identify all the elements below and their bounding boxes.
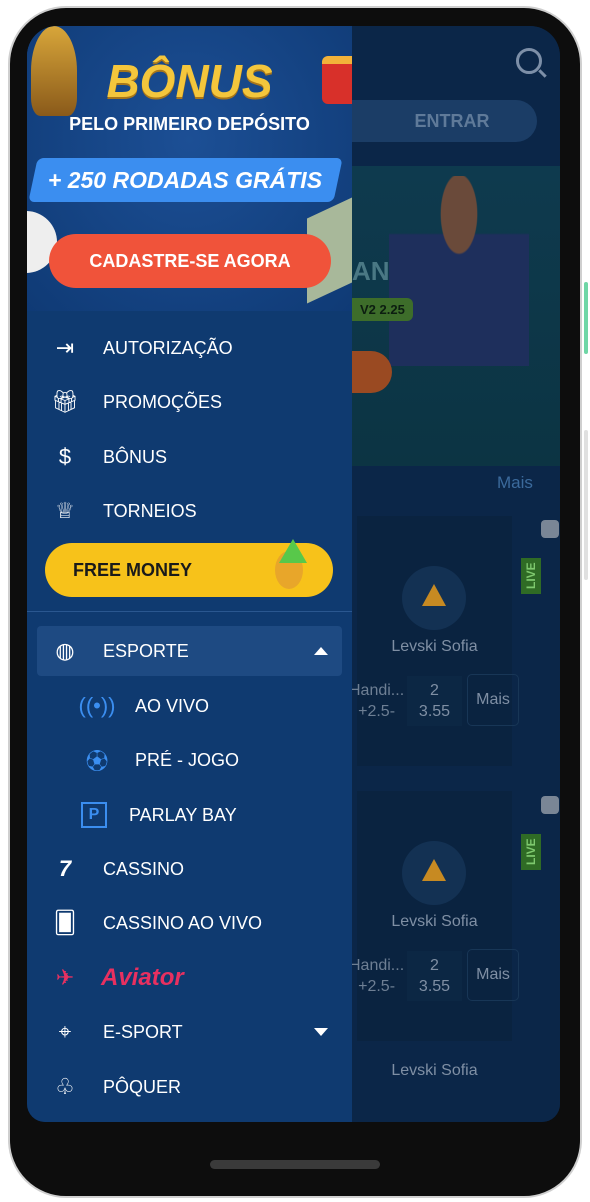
airplane-icon: ✈︎ xyxy=(55,965,75,990)
menu-item-parlay-bay[interactable]: P PARLAY BAY xyxy=(69,792,374,838)
login-button[interactable]: ENTRAR xyxy=(327,100,537,142)
team-logo xyxy=(402,841,466,905)
parlay-icon: P xyxy=(81,802,107,828)
more-button[interactable]: Mais xyxy=(467,674,519,726)
menu-item-promocoes[interactable]: 🎁︎ PROMOÇÕES xyxy=(37,379,342,425)
menu-item-cassino[interactable]: 7 CASSINO xyxy=(37,846,342,892)
bonus-subtitle: PELO PRIMEIRO DEPÓSITO xyxy=(69,114,310,134)
match-card[interactable]: Levski Sofia Handi... +2.5- 2 3.55 Mais xyxy=(349,791,519,1041)
cards-icon: 🂠 xyxy=(53,910,77,935)
menu-item-pre-jogo[interactable]: ⚽︎ PRÉ - JOGO xyxy=(69,737,374,783)
menu-item-esporte[interactable]: ◍ ESPORTE xyxy=(37,626,342,676)
register-button[interactable]: CADASTRE-SE AGORA xyxy=(49,234,331,288)
menu-item-torneios[interactable]: ♕ TORNEIOS xyxy=(37,488,342,534)
slot-seven-icon: 7 xyxy=(58,856,72,881)
trophy-icon: ♕ xyxy=(55,498,75,523)
crosshair-icon: ⌖ xyxy=(58,1019,72,1044)
basketball-icon: ◍ xyxy=(55,638,75,663)
team-name: Levski Sofia xyxy=(391,1062,478,1079)
hero-text: AN xyxy=(352,256,390,286)
screen: ENTRAR AN V2 2.25 Mais Levski Sofia Hand… xyxy=(27,26,560,1122)
soccer-ball-icon: ⚽︎ xyxy=(85,749,108,774)
odd-button[interactable]: 2 3.55 xyxy=(407,951,462,1001)
live-badge: LIVE xyxy=(521,834,541,870)
handicap: Handi... +2.5- xyxy=(349,957,405,995)
team-name: Levski Sofia xyxy=(391,913,478,930)
menu-item-bonus[interactable]: $ BÔNUS xyxy=(37,434,342,480)
player-image xyxy=(389,176,529,366)
team-logo xyxy=(402,566,466,630)
menu-item-autorizacao[interactable]: ⇥ AUTORIZAÇÃO xyxy=(37,325,342,371)
match-card[interactable]: Levski Sofia Handi... +2.5- 2 3.55 Mais xyxy=(349,516,519,766)
chevron-up-icon[interactable] xyxy=(314,647,328,655)
menu-item-ao-vivo[interactable]: ((•)) AO VIVO xyxy=(69,683,374,729)
poker-chips-icon: ♧ xyxy=(55,1074,75,1099)
gift-icon: 🎁︎ xyxy=(51,389,79,414)
camera-icon[interactable] xyxy=(541,796,559,814)
menu-item-cassino-ao-vivo[interactable]: 🂠 CASSINO AO VIVO xyxy=(37,900,342,946)
volume-button xyxy=(584,282,588,354)
more-link[interactable]: Mais xyxy=(497,473,533,493)
menu-item-poquer[interactable]: ♧ PÔQUER xyxy=(37,1064,342,1110)
money-bag-icon: $ xyxy=(58,444,72,469)
hero-button[interactable] xyxy=(352,351,392,393)
chevron-down-icon[interactable] xyxy=(314,1028,328,1036)
hero-odd: V2 2.25 xyxy=(352,298,413,321)
arrow-up-icon xyxy=(279,539,307,563)
team-name: Levski Sofia xyxy=(391,638,478,655)
aviator-logo: Aviator xyxy=(101,964,184,991)
power-button xyxy=(584,430,588,580)
live-broadcast-icon: ((•)) xyxy=(78,693,116,718)
menu-item-aviator[interactable]: ✈︎ Aviator xyxy=(43,955,348,1001)
bonus-title: BÔNUS xyxy=(106,55,273,107)
live-badge: LIVE xyxy=(521,558,541,594)
menu-item-e-sport[interactable]: ⌖ E-SPORT xyxy=(37,1009,342,1055)
bonus-banner[interactable]: BÔNUS PELO PRIMEIRO DEPÓSITO + 250 RODAD… xyxy=(27,26,352,311)
home-indicator[interactable] xyxy=(210,1160,380,1169)
login-icon: ⇥ xyxy=(55,335,75,360)
odd-button[interactable]: 2 3.55 xyxy=(407,676,462,726)
side-drawer: BÔNUS PELO PRIMEIRO DEPÓSITO + 250 RODAD… xyxy=(27,26,352,1122)
more-button[interactable]: Mais xyxy=(467,949,519,1001)
divider xyxy=(27,611,352,612)
search-icon[interactable] xyxy=(516,48,542,74)
free-spins-badge: + 250 RODADAS GRÁTIS xyxy=(28,158,343,202)
free-money-button[interactable]: FREE MONEY xyxy=(45,539,333,597)
camera-icon[interactable] xyxy=(541,520,559,538)
